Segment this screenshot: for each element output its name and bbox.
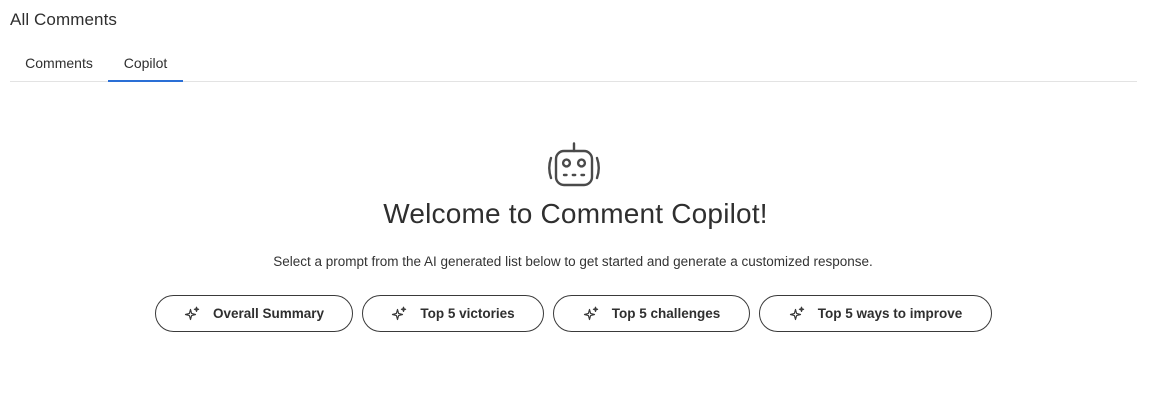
top-5-ways-to-improve-button[interactable]: Top 5 ways to improve — [759, 295, 992, 332]
tab-copilot[interactable]: Copilot — [108, 48, 183, 82]
sparkle-icon — [392, 306, 407, 320]
tab-bar: Comments Copilot — [10, 48, 1137, 82]
welcome-title: Welcome to Comment Copilot! — [383, 198, 768, 229]
top-5-victories-label: Top 5 victories — [420, 306, 515, 321]
top-5-victories-button[interactable]: Top 5 victories — [362, 295, 544, 332]
prompt-instructions: Select a prompt from the AI generated li… — [273, 254, 873, 269]
overall-summary-button[interactable]: Overall Summary — [155, 295, 353, 332]
top-5-challenges-label: Top 5 challenges — [611, 306, 721, 321]
top-5-challenges-button[interactable]: Top 5 challenges — [553, 295, 750, 332]
sparkle-icon — [184, 306, 200, 320]
top-5-ways-to-improve-label: Top 5 ways to improve — [817, 306, 963, 321]
overall-summary-label: Overall Summary — [212, 306, 325, 321]
tab-comments[interactable]: Comments — [10, 48, 108, 81]
sparkle-icon — [583, 306, 598, 320]
robot-icon — [548, 142, 600, 187]
page-title: All Comments — [10, 10, 118, 29]
sparkle-icon — [789, 306, 804, 320]
